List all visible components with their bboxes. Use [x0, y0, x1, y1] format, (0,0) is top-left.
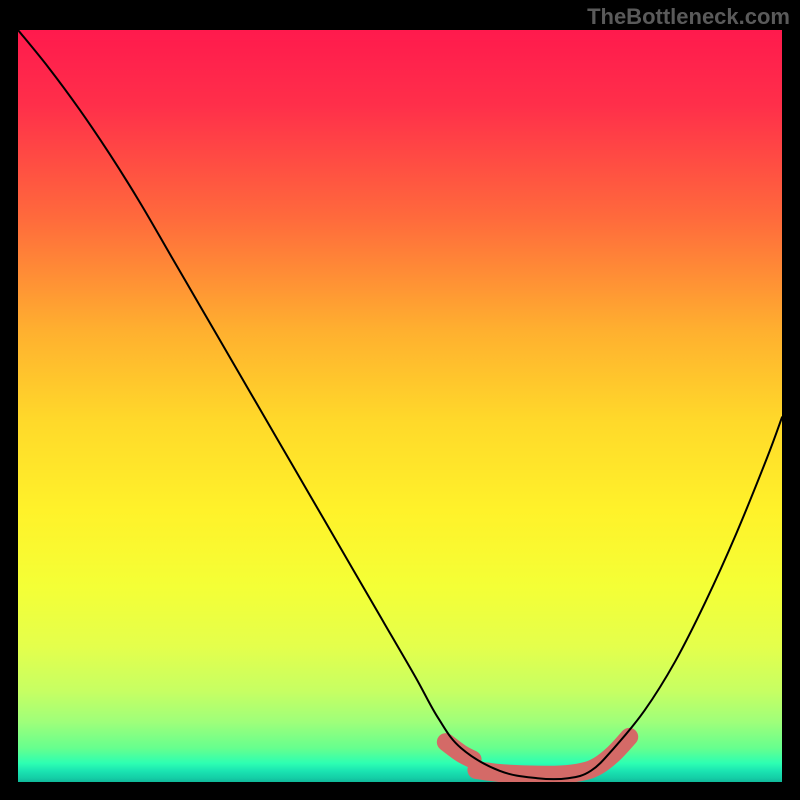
- bottleneck-curve: [18, 30, 782, 779]
- attribution-text: TheBottleneck.com: [587, 4, 790, 30]
- plot-area: [18, 30, 782, 782]
- highlight-band: [446, 737, 629, 775]
- chart-overlay: [18, 30, 782, 782]
- highlight-segment: [446, 742, 473, 759]
